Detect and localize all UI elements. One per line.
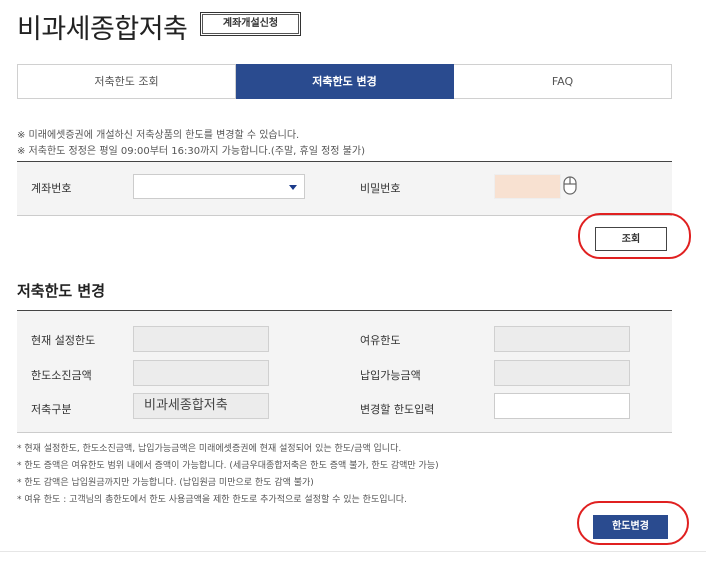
highlight-circle	[578, 213, 691, 259]
password-label: 비밀번호	[360, 182, 401, 195]
payable-amount-field	[494, 360, 630, 386]
info-note: ※ 저축한도 정정은 평일 09:00부터 16:30까지 가능합니다.(주말,…	[17, 146, 365, 157]
account-label: 계좌번호	[31, 182, 72, 195]
tab-bar: 저축한도 조회 저축한도 변경 FAQ	[17, 64, 672, 99]
footnote: * 한도 증액은 여유한도 범위 내에서 증액이 가능합니다. (세금우대종합저…	[17, 461, 439, 471]
tab-limit-inquiry[interactable]: 저축한도 조회	[17, 64, 236, 99]
used-amount-label: 한도소진금액	[31, 369, 92, 382]
info-note: ※ 미래에셋증권에 개설하신 저축상품의 한도를 변경할 수 있습니다.	[17, 130, 300, 141]
footnote: * 여유 한도 : 고객님의 총한도에서 한도 사용금액을 제한 한도로 추가적…	[17, 495, 407, 505]
tab-limit-change[interactable]: 저축한도 변경	[236, 64, 454, 99]
footnote: * 현재 설정한도, 한도소진금액, 납입가능금액은 미래에셋증권에 현재 설정…	[17, 444, 402, 454]
payable-amount-label: 납입가능금액	[360, 369, 421, 382]
page-title: 비과세종합저축	[17, 14, 188, 45]
current-limit-field	[133, 326, 269, 352]
divider	[0, 551, 706, 552]
dropdown-arrow-icon	[289, 185, 297, 190]
account-select[interactable]	[133, 174, 305, 199]
highlight-circle	[577, 501, 689, 545]
open-account-button[interactable]: 계좌개설신청	[200, 12, 301, 36]
savings-type-field: 비과세종합저축	[133, 393, 269, 419]
used-amount-field	[133, 360, 269, 386]
footnote: * 한도 감액은 납입원금까지만 가능합니다. (납입원금 미만으로 한도 감액…	[17, 478, 314, 488]
new-limit-input[interactable]	[494, 393, 630, 419]
current-limit-label: 현재 설정한도	[31, 334, 96, 347]
new-limit-label: 변경할 한도입력	[360, 403, 435, 416]
section-title: 저축한도 변경	[17, 282, 106, 300]
savings-type-label: 저축구분	[31, 403, 72, 416]
mouse-icon[interactable]	[563, 176, 577, 196]
spare-limit-label: 여유한도	[360, 334, 401, 347]
password-field[interactable]	[494, 174, 561, 199]
tab-faq[interactable]: FAQ	[454, 64, 672, 99]
spare-limit-field	[494, 326, 630, 352]
